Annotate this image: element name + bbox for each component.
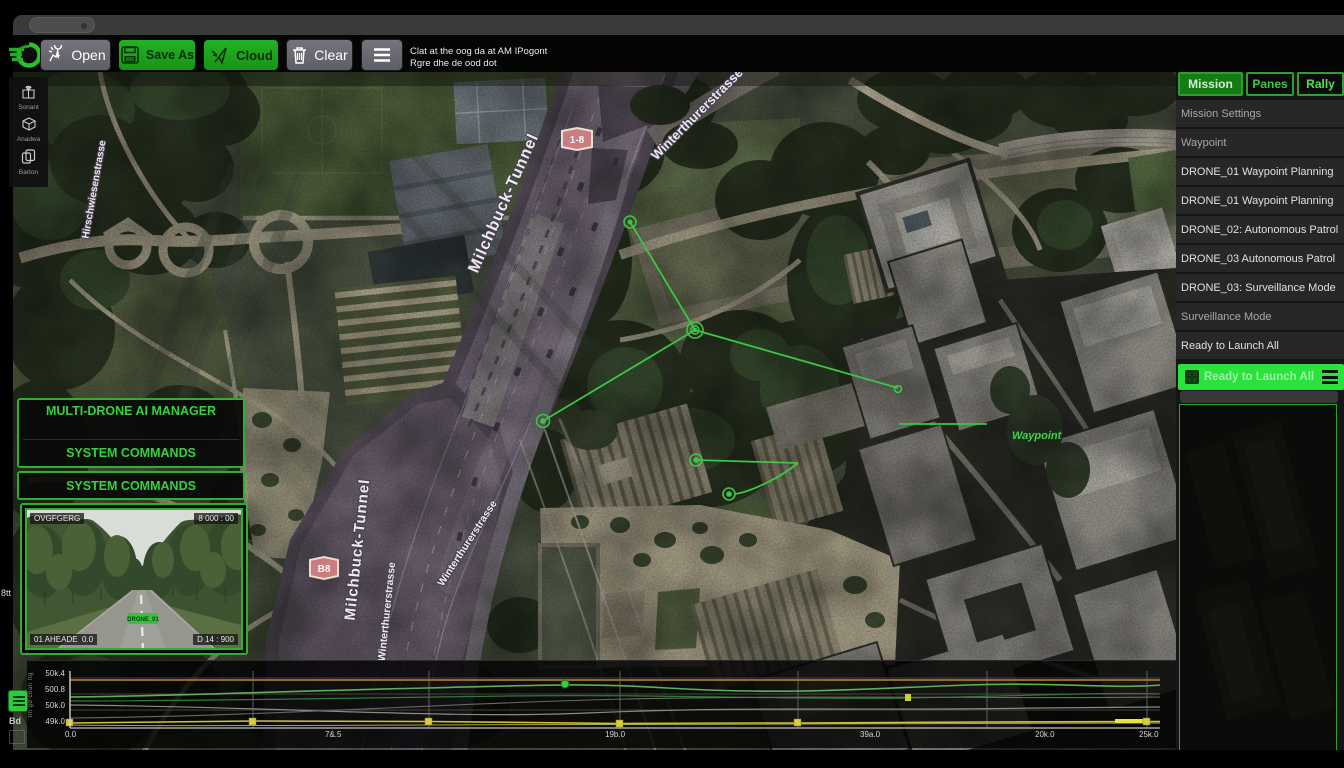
svg-text:DRONE_01: DRONE_01 (127, 617, 159, 623)
svg-text:Waypoint: Waypoint (1012, 430, 1063, 442)
svg-text:B8: B8 (318, 564, 331, 575)
svg-text:1-8: 1-8 (570, 135, 585, 146)
